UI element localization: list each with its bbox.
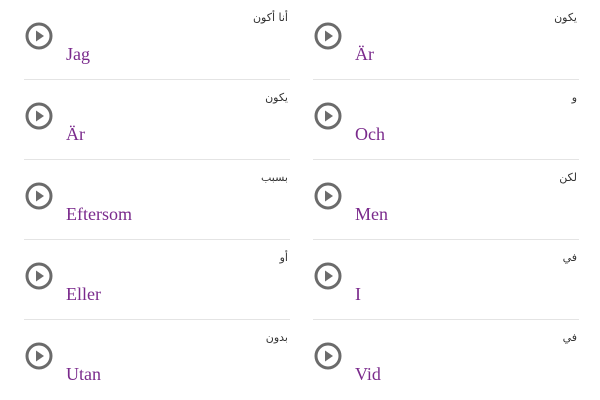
play-circle-icon[interactable] <box>25 102 53 130</box>
play-circle-icon[interactable] <box>314 22 342 50</box>
vocabulary-item[interactable]: لكن Men <box>313 160 579 240</box>
play-circle-icon[interactable] <box>314 262 342 290</box>
vocabulary-column-right: يكون Är و Och لكن Men في I في Vid <box>313 0 579 400</box>
vocabulary-item[interactable]: أنا أكون Jag <box>24 0 290 80</box>
play-circle-icon[interactable] <box>314 342 342 370</box>
word-label: I <box>355 284 361 304</box>
vocabulary-item[interactable]: في I <box>313 240 579 320</box>
vocabulary-item[interactable]: يكون Är <box>24 80 290 160</box>
vocabulary-grid: أنا أكون Jag يكون Är بسبب Eftersom أو El… <box>0 0 600 400</box>
vocabulary-item[interactable]: في Vid <box>313 320 579 400</box>
translation-text: يكون <box>554 11 577 24</box>
word-label: Jag <box>66 44 90 64</box>
vocabulary-item[interactable]: أو Eller <box>24 240 290 320</box>
word-label: Vid <box>355 364 381 384</box>
word-label: Eftersom <box>66 204 132 224</box>
word-label: Utan <box>66 364 101 384</box>
translation-text: يكون <box>265 91 288 104</box>
play-circle-icon[interactable] <box>25 342 53 370</box>
word-label: Är <box>355 44 374 64</box>
vocabulary-item[interactable]: بسبب Eftersom <box>24 160 290 240</box>
translation-text: أو <box>279 251 288 264</box>
translation-text: أنا أكون <box>252 11 288 24</box>
play-circle-icon[interactable] <box>314 102 342 130</box>
play-circle-icon[interactable] <box>25 262 53 290</box>
vocabulary-column-left: أنا أكون Jag يكون Är بسبب Eftersom أو El… <box>24 0 290 400</box>
word-label: Men <box>355 204 388 224</box>
word-label: Eller <box>66 284 101 304</box>
translation-text: في <box>562 331 577 344</box>
play-circle-icon[interactable] <box>25 22 53 50</box>
vocabulary-item[interactable]: بدون Utan <box>24 320 290 400</box>
word-label: Är <box>66 124 85 144</box>
vocabulary-item[interactable]: و Och <box>313 80 579 160</box>
vocabulary-item[interactable]: يكون Är <box>313 0 579 80</box>
translation-text: في <box>562 251 577 264</box>
translation-text: و <box>571 91 577 104</box>
translation-text: بسبب <box>261 171 288 184</box>
play-circle-icon[interactable] <box>25 182 53 210</box>
translation-text: لكن <box>559 171 577 184</box>
play-circle-icon[interactable] <box>314 182 342 210</box>
translation-text: بدون <box>265 331 288 344</box>
word-label: Och <box>355 124 385 144</box>
